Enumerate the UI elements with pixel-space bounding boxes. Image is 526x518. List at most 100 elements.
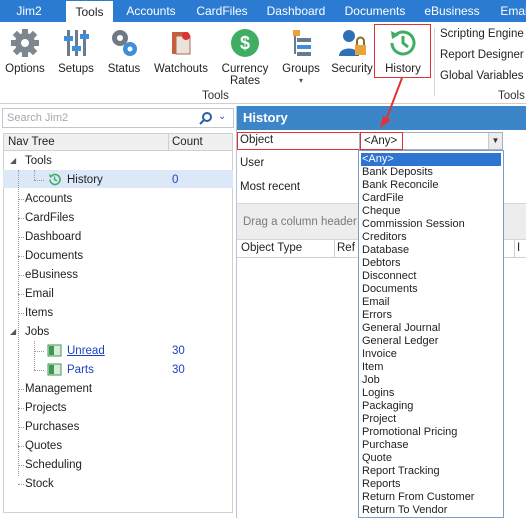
tab-jim2[interactable]: Jim2 bbox=[0, 0, 58, 22]
ribbon-group-label: Tools bbox=[202, 90, 229, 102]
options-button[interactable]: Options bbox=[4, 26, 46, 75]
option-commission-session[interactable]: Commission Session bbox=[361, 218, 501, 231]
parts-tree-icon bbox=[47, 363, 62, 376]
option-database[interactable]: Database bbox=[361, 244, 501, 257]
option-return-from-customer[interactable]: Return From Customer bbox=[361, 491, 501, 504]
history-count: 0 bbox=[172, 174, 179, 186]
nav-item-scheduling[interactable]: Scheduling bbox=[25, 459, 82, 471]
tools-expander-icon[interactable]: ◢ bbox=[10, 156, 16, 165]
global-variables-link[interactable]: Global Variables bbox=[440, 70, 524, 82]
option-project[interactable]: Project bbox=[361, 413, 501, 426]
option-email[interactable]: Email bbox=[361, 296, 501, 309]
option-any[interactable]: <Any> bbox=[361, 153, 501, 166]
nav-search-input[interactable]: Search Jim2 ⌄ bbox=[2, 108, 234, 128]
search-placeholder: Search Jim2 bbox=[7, 112, 69, 124]
option-errors[interactable]: Errors bbox=[361, 309, 501, 322]
tab-cardfiles[interactable]: CardFiles bbox=[192, 0, 252, 22]
option-packaging[interactable]: Packaging bbox=[361, 400, 501, 413]
watchouts-button[interactable]: Watchouts bbox=[152, 26, 210, 75]
option-reports[interactable]: Reports bbox=[361, 478, 501, 491]
option-quote[interactable]: Quote bbox=[361, 452, 501, 465]
most-recent-label: Most recent bbox=[240, 181, 301, 193]
report-designer-link[interactable]: Report Designer bbox=[440, 49, 524, 61]
setups-button[interactable]: Setups bbox=[56, 26, 96, 75]
ribbon: Options Setups Status Watchouts $ Curren… bbox=[0, 22, 526, 104]
option-general-ledger[interactable]: General Ledger bbox=[361, 335, 501, 348]
nav-item-tools[interactable]: Tools bbox=[25, 155, 52, 167]
count-column[interactable]: Count bbox=[172, 136, 203, 148]
option-disconnect[interactable]: Disconnect bbox=[361, 270, 501, 283]
option-creditors[interactable]: Creditors bbox=[361, 231, 501, 244]
i-column[interactable]: I bbox=[517, 242, 520, 254]
security-icon bbox=[339, 30, 366, 56]
option-return-to-vendor[interactable]: Return To Vendor bbox=[361, 504, 501, 517]
nav-item-documents[interactable]: Documents bbox=[25, 250, 83, 262]
nav-item-quotes[interactable]: Quotes bbox=[25, 440, 62, 452]
tab-accounts[interactable]: Accounts bbox=[118, 0, 184, 22]
security-label: Security bbox=[331, 63, 373, 75]
option-promotional-pricing[interactable]: Promotional Pricing bbox=[361, 426, 501, 439]
nav-item-parts[interactable]: Parts bbox=[67, 364, 94, 376]
currency-rates-button[interactable]: $ Currency Rates bbox=[220, 26, 270, 87]
object-label-highlight bbox=[237, 132, 361, 150]
nav-item-ebusiness[interactable]: eBusiness bbox=[25, 269, 78, 281]
option-cheque[interactable]: Cheque bbox=[361, 205, 501, 218]
scripting-engine-link[interactable]: Scripting Engine bbox=[440, 28, 524, 40]
status-button[interactable]: Status bbox=[104, 26, 144, 75]
option-cardfile[interactable]: CardFile bbox=[361, 192, 501, 205]
group-by-hint: Drag a column header h bbox=[243, 216, 367, 228]
option-bank-deposits[interactable]: Bank Deposits bbox=[361, 166, 501, 179]
gears-icon bbox=[112, 30, 137, 56]
menu-tab-bar: Jim2 Tools Accounts CardFiles Dashboard … bbox=[0, 0, 526, 22]
nav-item-jobs[interactable]: Jobs bbox=[25, 326, 49, 338]
option-report-tracking[interactable]: Report Tracking bbox=[361, 465, 501, 478]
nav-item-projects[interactable]: Projects bbox=[25, 402, 67, 414]
option-general-journal[interactable]: General Journal bbox=[361, 322, 501, 335]
option-job[interactable]: Job bbox=[361, 374, 501, 387]
ref-column[interactable]: Ref bbox=[337, 242, 355, 254]
option-debtors[interactable]: Debtors bbox=[361, 257, 501, 270]
annotation-arrow-icon bbox=[380, 77, 403, 128]
search-icon[interactable] bbox=[199, 111, 213, 125]
nav-item-cardfiles[interactable]: CardFiles bbox=[25, 212, 74, 224]
chevron-down-icon[interactable]: ▼ bbox=[488, 133, 502, 149]
tab-ebusiness[interactable]: eBusiness bbox=[418, 0, 486, 22]
nav-item-purchases[interactable]: Purchases bbox=[25, 421, 79, 433]
tab-documents[interactable]: Documents bbox=[340, 0, 410, 22]
option-item[interactable]: Item bbox=[361, 361, 501, 374]
nav-item-unread[interactable]: Unread bbox=[67, 345, 105, 357]
currency-label: Currency bbox=[221, 63, 269, 75]
nav-item-items[interactable]: Items bbox=[25, 307, 53, 319]
ribbon-separator bbox=[434, 28, 435, 96]
option-documents[interactable]: Documents bbox=[361, 283, 501, 296]
nav-item-dashboard[interactable]: Dashboard bbox=[25, 231, 81, 243]
option-logins[interactable]: Logins bbox=[361, 387, 501, 400]
watchouts-icon bbox=[172, 32, 191, 55]
object-dropdown-list: <Any> Bank Deposits Bank Reconcile CardF… bbox=[358, 150, 504, 518]
setups-label: Setups bbox=[58, 63, 94, 75]
groups-label: Groups bbox=[282, 63, 320, 75]
option-purchase[interactable]: Purchase bbox=[361, 439, 501, 452]
status-label: Status bbox=[107, 63, 141, 75]
groups-button[interactable]: Groups ▾ bbox=[280, 26, 322, 87]
nav-item-email[interactable]: Email bbox=[25, 288, 54, 300]
selected-row-highlight bbox=[3, 170, 233, 188]
option-bank-reconcile[interactable]: Bank Reconcile bbox=[361, 179, 501, 192]
jobs-expander-icon[interactable]: ◢ bbox=[10, 327, 16, 336]
option-invoice[interactable]: Invoice bbox=[361, 348, 501, 361]
nav-item-management[interactable]: Management bbox=[25, 383, 92, 395]
tab-email[interactable]: Emai bbox=[494, 0, 526, 22]
nav-item-history[interactable]: History bbox=[67, 174, 103, 186]
nav-item-stock[interactable]: Stock bbox=[25, 478, 54, 490]
rates-label: Rates bbox=[229, 75, 261, 87]
nav-item-accounts[interactable]: Accounts bbox=[25, 193, 72, 205]
watchouts-label: Watchouts bbox=[154, 63, 208, 75]
expand-chevron-icon[interactable]: ⌄ bbox=[218, 111, 226, 122]
nav-tree-header: Nav Tree Count bbox=[3, 133, 233, 151]
security-button[interactable]: Security bbox=[330, 26, 374, 75]
object-type-column[interactable]: Object Type bbox=[241, 242, 302, 254]
chevron-down-icon: ▾ bbox=[298, 76, 303, 85]
tab-tools[interactable]: Tools bbox=[66, 1, 113, 22]
tab-dashboard[interactable]: Dashboard bbox=[262, 0, 330, 22]
nav-tree-column[interactable]: Nav Tree bbox=[8, 136, 55, 148]
